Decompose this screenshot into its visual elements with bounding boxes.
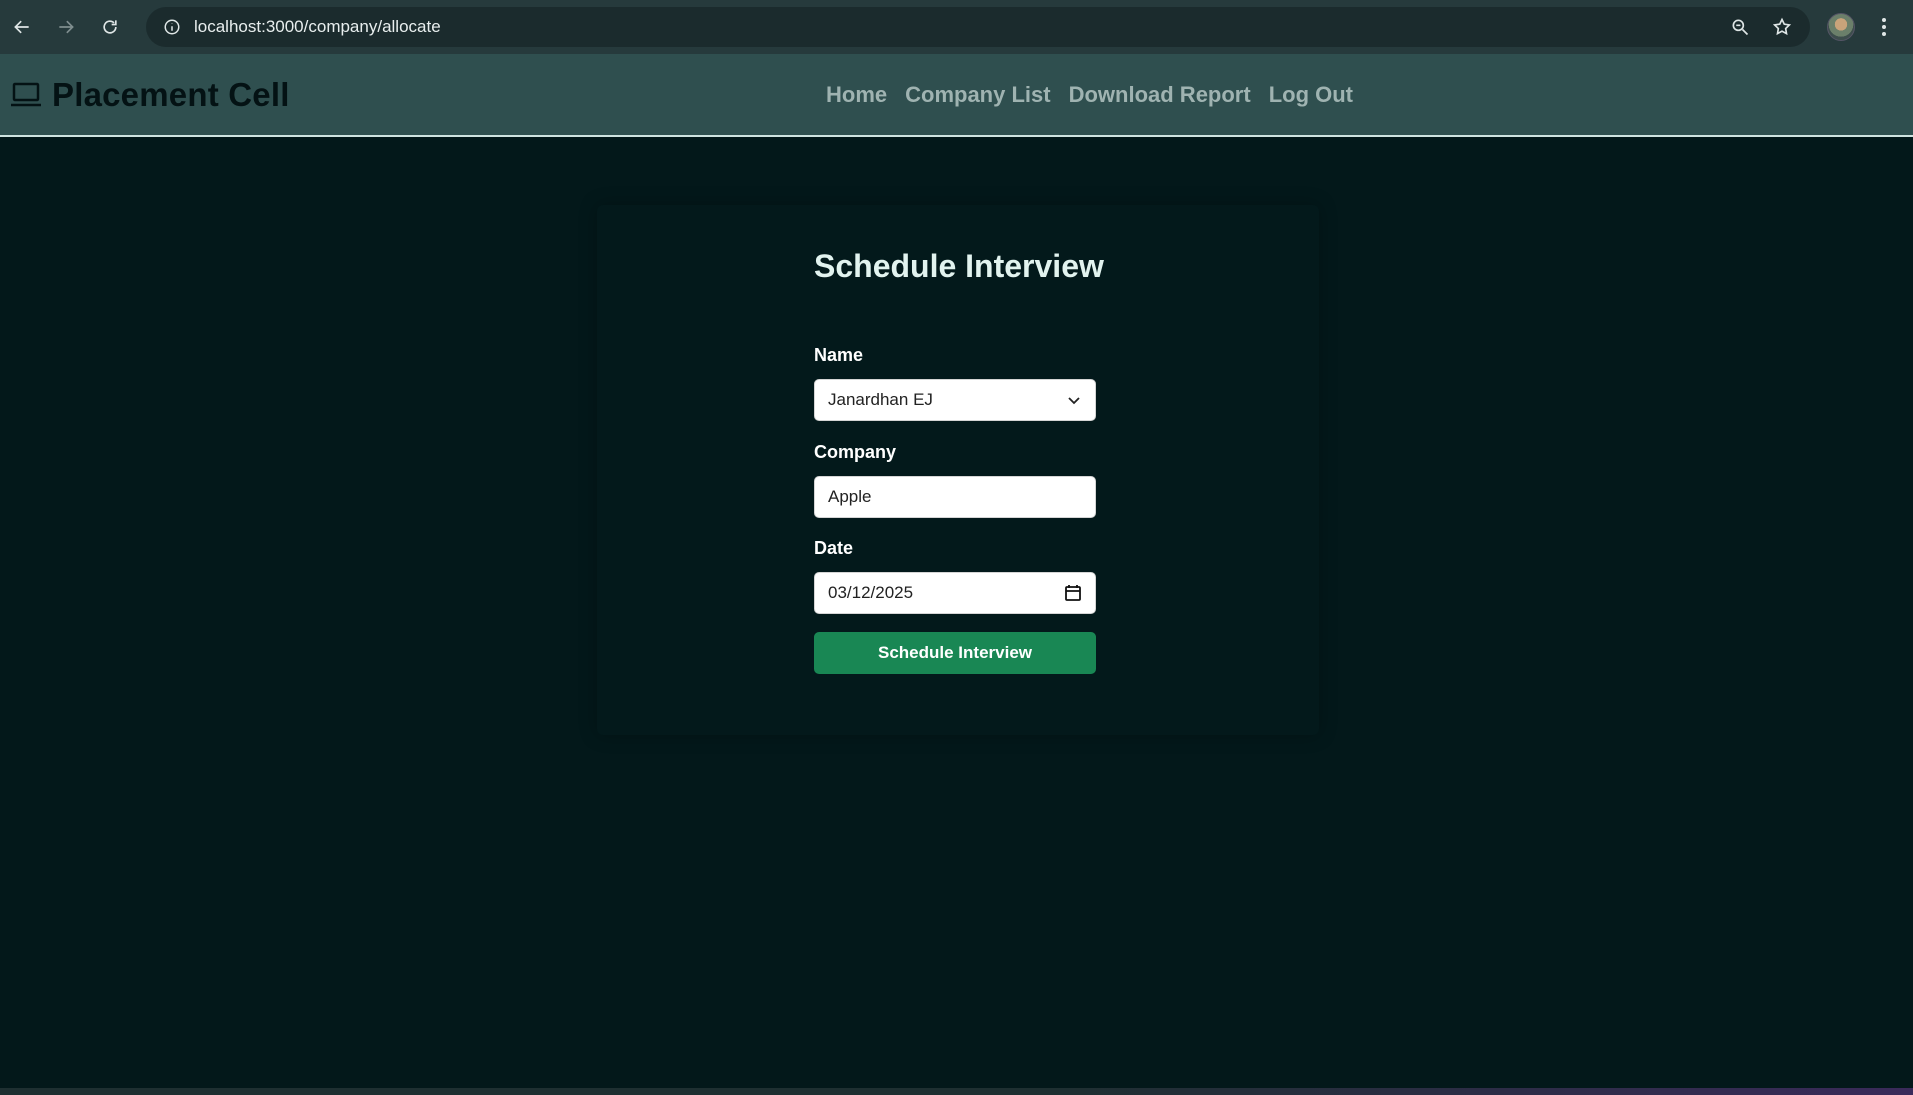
date-label: Date xyxy=(814,538,854,558)
chevron-down-icon xyxy=(1068,397,1080,405)
nav-home[interactable]: Home xyxy=(826,82,887,108)
name-select-value: Janardhan EJ xyxy=(828,390,933,409)
app-header: Placement Cell Home Company List Downloa… xyxy=(0,54,1913,137)
schedule-interview-button[interactable]: Schedule Interview xyxy=(814,632,1096,674)
name-select[interactable]: Janardhan EJ xyxy=(814,379,1096,421)
form-title: Schedule Interview xyxy=(814,248,1104,284)
nav-download-report[interactable]: Download Report xyxy=(1069,82,1251,108)
site-info-button[interactable] xyxy=(152,7,192,47)
browser-menu-button[interactable] xyxy=(1870,13,1898,41)
date-input-value: 03/12/2025 xyxy=(828,583,914,602)
star-icon xyxy=(1772,17,1792,36)
info-icon xyxy=(164,19,180,35)
company-input-value: Apple xyxy=(828,487,872,506)
nav-log-out[interactable]: Log Out xyxy=(1269,82,1353,108)
url-text[interactable]: localhost:3000/company/allocate xyxy=(194,17,441,37)
address-bar[interactable]: localhost:3000/company/allocate xyxy=(146,7,1810,47)
bookmark-button[interactable] xyxy=(1764,9,1800,45)
nav-company-list[interactable]: Company List xyxy=(905,82,1050,108)
more-icon xyxy=(1882,18,1886,36)
window-bottom-edge xyxy=(0,1088,1913,1095)
calendar-icon[interactable] xyxy=(1064,584,1082,602)
name-label: Name xyxy=(814,345,864,365)
forward-icon xyxy=(59,20,74,34)
back-button[interactable] xyxy=(0,0,44,54)
back-icon xyxy=(14,20,29,34)
profile-avatar[interactable] xyxy=(1827,13,1855,41)
zoom-icon xyxy=(1732,19,1749,36)
brand-title: Placement Cell xyxy=(52,76,290,113)
company-label: Company xyxy=(814,442,897,462)
zoom-button[interactable] xyxy=(1722,9,1758,45)
company-input[interactable]: Apple xyxy=(814,476,1096,518)
browser-toolbar: localhost:3000/company/allocate xyxy=(0,0,1913,54)
laptop-icon xyxy=(11,82,41,107)
date-input[interactable]: 03/12/2025 xyxy=(814,572,1096,614)
forward-button[interactable] xyxy=(44,0,88,54)
reload-button[interactable] xyxy=(88,0,132,54)
brand[interactable]: Placement Cell xyxy=(10,76,290,114)
main-nav: Home Company List Download Report Log Ou… xyxy=(826,82,1353,108)
reload-icon xyxy=(103,20,117,34)
